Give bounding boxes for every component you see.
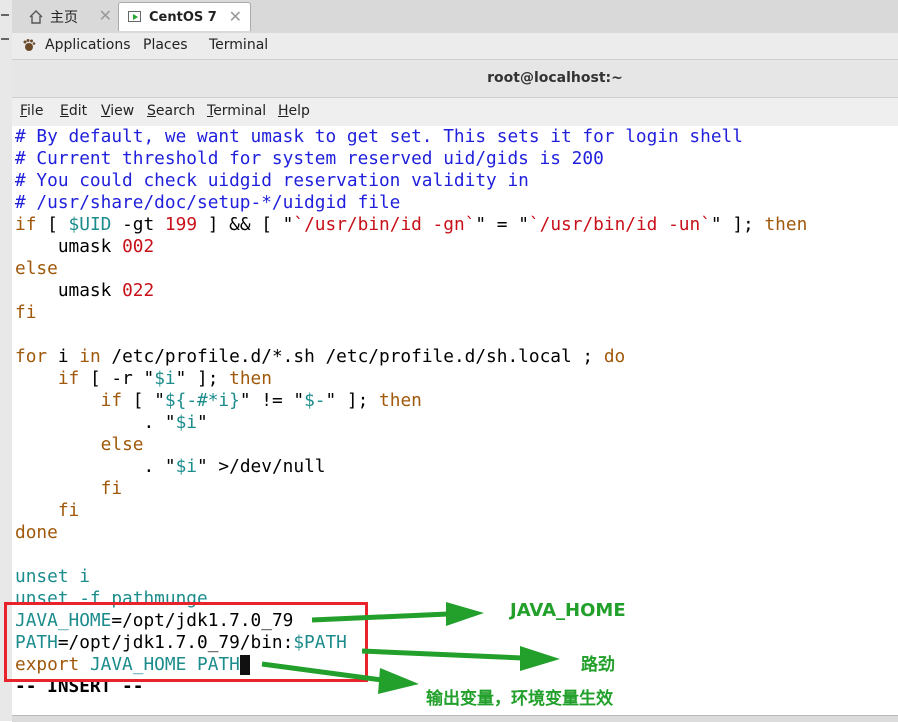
annotation-path: 路劲 xyxy=(581,655,615,675)
arrow-head xyxy=(378,668,419,694)
annotation-export: 输出变量，环境变量生效 xyxy=(426,689,613,709)
annotation-arrows xyxy=(261,602,560,694)
arrow-head xyxy=(446,602,484,626)
arrow-head xyxy=(520,646,560,671)
arrow-export xyxy=(261,661,383,683)
arrow-path xyxy=(361,648,523,661)
arrow-java-home xyxy=(311,611,449,623)
annotation-java-home: JAVA_HOME xyxy=(510,600,626,621)
